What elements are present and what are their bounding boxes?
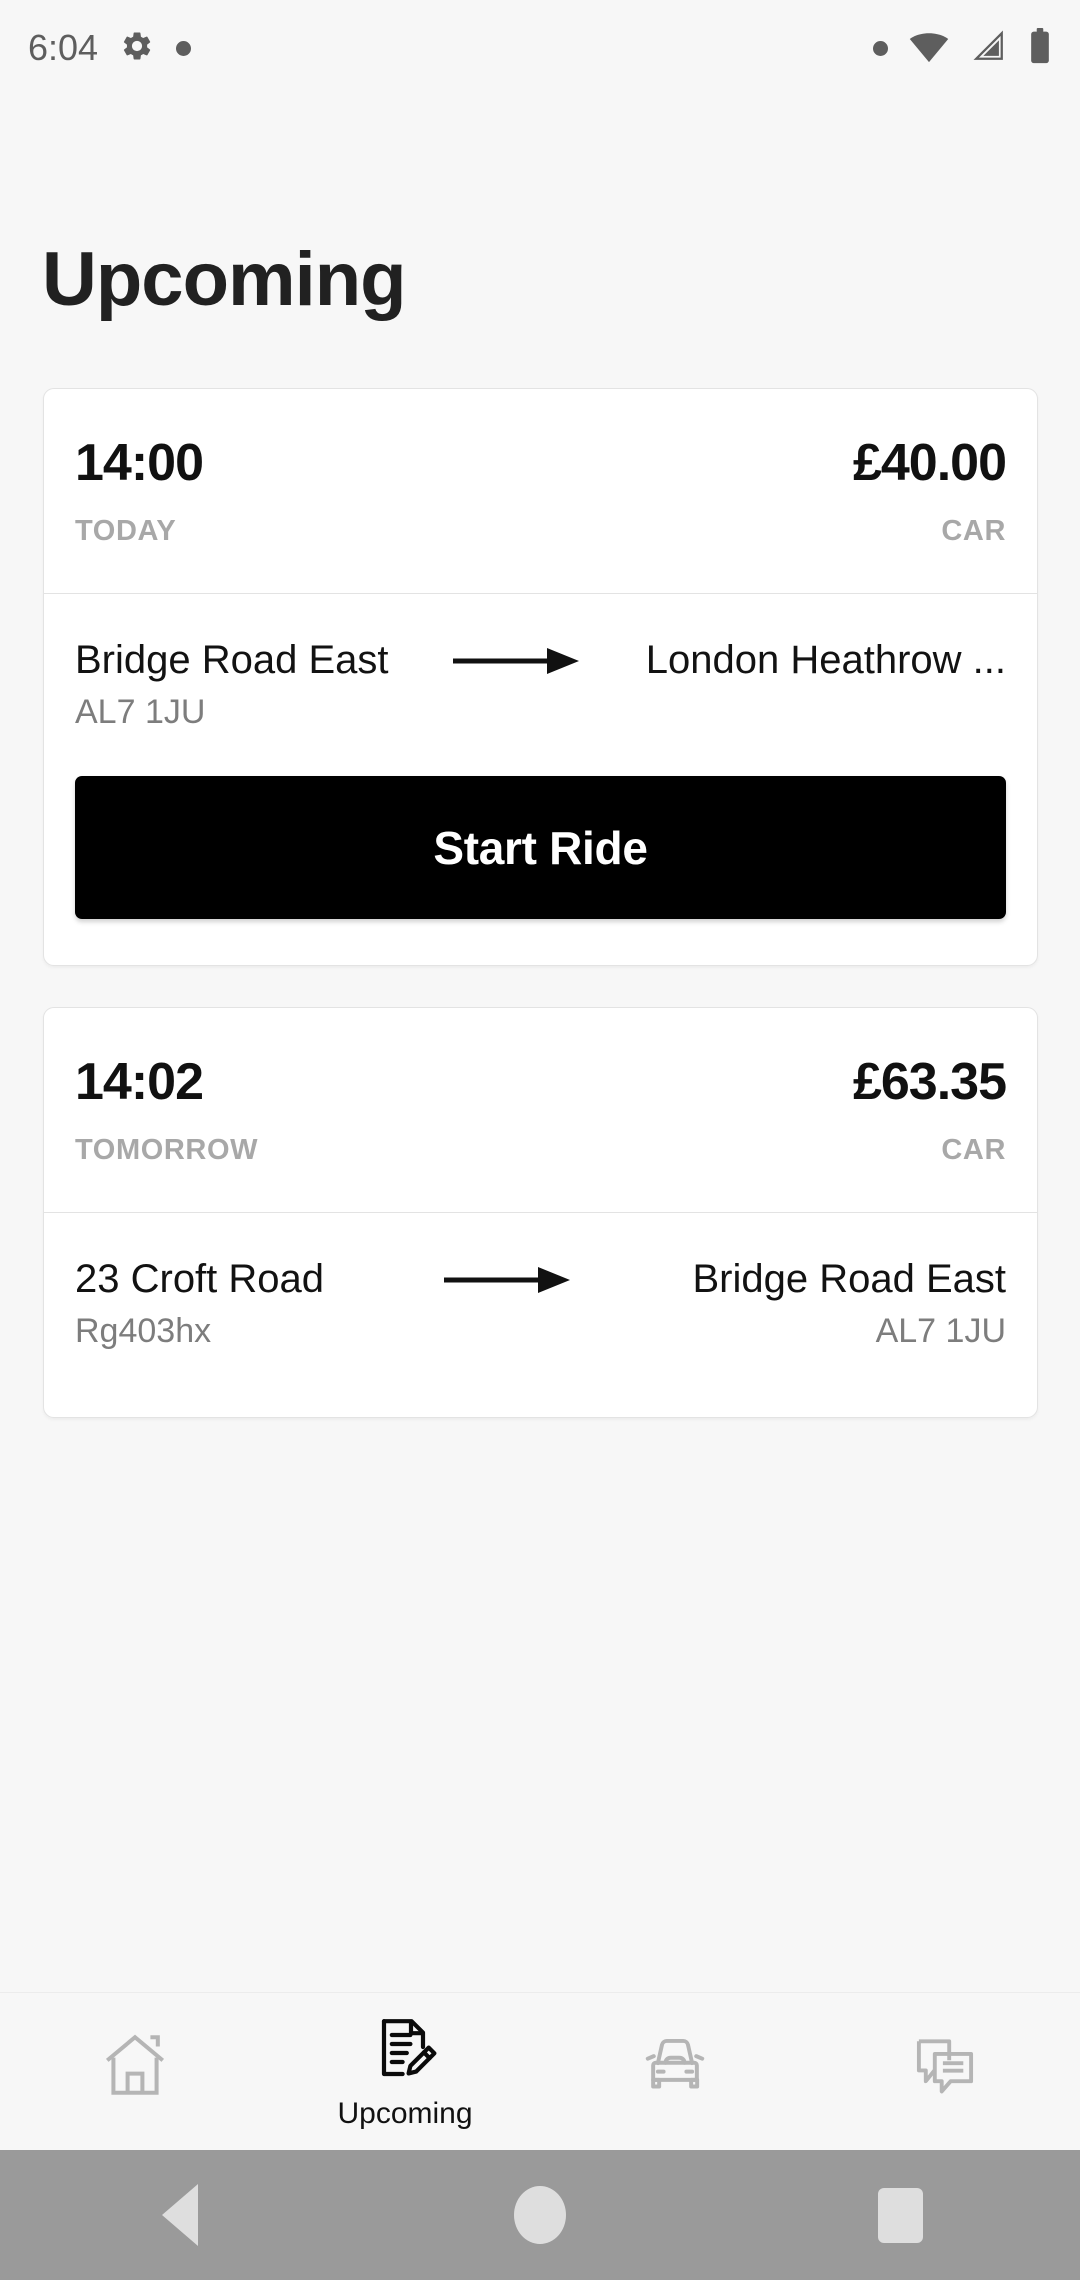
- route-row: 23 Croft Road Bridge Road East: [75, 1257, 1006, 1302]
- dropoff-address: London Heathrow ...: [645, 638, 1006, 682]
- car-icon: [637, 2027, 713, 2108]
- ride-vehicle-type: CAR: [941, 515, 1006, 547]
- android-navigation-bar: [0, 2150, 1080, 2280]
- ride-card[interactable]: 14:00 £40.00 TODAY CAR Bridge Road East …: [43, 388, 1038, 966]
- start-ride-button[interactable]: Start Ride: [75, 776, 1006, 919]
- app-screen: 6:04 Upcoming 14:00 £40.00 TODAY CAR Bri…: [0, 0, 1080, 2280]
- android-recents-button[interactable]: [720, 2187, 1080, 2243]
- gear-icon: [120, 29, 154, 68]
- dropoff-postcode: AL7 1JU: [875, 1312, 1006, 1350]
- ride-price: £40.00: [852, 434, 1007, 492]
- status-bar: 6:04: [0, 0, 1080, 96]
- nav-item-upcoming[interactable]: Upcoming: [270, 1993, 540, 2150]
- status-bar-clock: 6:04: [28, 27, 99, 68]
- route-code-row: AL7 1JU: [75, 693, 1006, 732]
- back-triangle-icon: [162, 2184, 198, 2246]
- bottom-navigation-bar: Upcoming: [0, 1992, 1080, 2150]
- android-home-button[interactable]: [360, 2186, 720, 2244]
- ride-card-header: 14:00 £40.00 TODAY CAR: [44, 389, 1037, 594]
- page-title: Upcoming: [42, 237, 407, 322]
- home-circle-icon: [514, 2186, 566, 2244]
- home-icon: [98, 2028, 172, 2107]
- chat-bubbles-icon: [909, 2029, 981, 2106]
- cellular-signal-icon: [970, 29, 1008, 68]
- ride-vehicle-type: CAR: [941, 1134, 1006, 1166]
- ride-time: 14:00: [75, 434, 204, 492]
- pickup-address: Bridge Road East: [75, 638, 389, 682]
- nav-item-messages[interactable]: [810, 1993, 1080, 2150]
- dropoff-address: Bridge Road East: [692, 1257, 1006, 1301]
- ride-day-label: TODAY: [75, 515, 177, 547]
- nav-item-rides[interactable]: [540, 1993, 810, 2150]
- android-back-button[interactable]: [0, 2184, 360, 2246]
- ride-price: £63.35: [852, 1053, 1007, 1111]
- notification-dot-icon: [176, 40, 192, 56]
- ride-day-label: TOMORROW: [75, 1134, 259, 1166]
- battery-icon: [1028, 27, 1052, 69]
- document-pencil-icon: [369, 2014, 441, 2091]
- status-bar-right: [873, 27, 1052, 69]
- ride-time: 14:02: [75, 1053, 204, 1111]
- route-row: Bridge Road East London Heathrow ...: [75, 638, 1006, 683]
- status-bar-left: 6:04: [28, 27, 192, 69]
- nav-label-upcoming: Upcoming: [337, 2097, 473, 2130]
- ride-card-body: Bridge Road East London Heathrow ... AL7…: [44, 594, 1037, 919]
- ride-card[interactable]: 14:02 £63.35 TOMORROW CAR 23 Croft Road …: [43, 1007, 1038, 1418]
- ride-card-body: 23 Croft Road Bridge Road East Rg403hx A…: [44, 1213, 1037, 1351]
- route-code-row: Rg403hx AL7 1JU: [75, 1312, 1006, 1351]
- pickup-postcode: Rg403hx: [75, 1312, 212, 1350]
- route-arrow-icon: [432, 1263, 584, 1297]
- pickup-address: 23 Croft Road: [75, 1257, 325, 1301]
- status-dot-icon: [873, 40, 888, 56]
- ride-card-header: 14:02 £63.35 TOMORROW CAR: [44, 1008, 1037, 1213]
- wifi-icon: [908, 29, 950, 68]
- recents-square-icon: [877, 2187, 923, 2243]
- route-arrow-icon: [441, 644, 593, 678]
- nav-item-home[interactable]: [0, 1993, 270, 2150]
- pickup-postcode: AL7 1JU: [75, 693, 206, 731]
